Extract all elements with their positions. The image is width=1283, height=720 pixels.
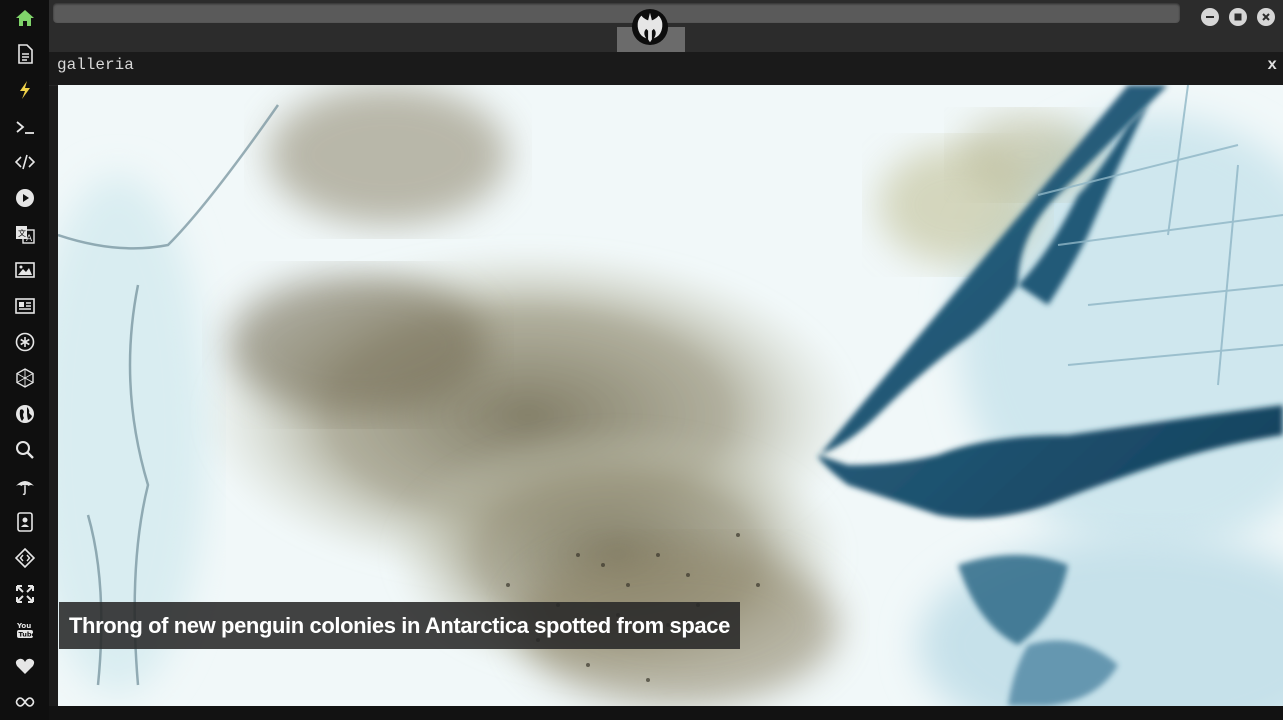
address-bar[interactable] bbox=[53, 3, 1180, 23]
expand-icon[interactable] bbox=[12, 581, 38, 607]
search-icon[interactable] bbox=[12, 437, 38, 463]
diamond-code-icon[interactable] bbox=[12, 545, 38, 571]
svg-text:文: 文 bbox=[18, 228, 26, 238]
play-icon[interactable] bbox=[12, 185, 38, 211]
lightning-icon[interactable] bbox=[12, 77, 38, 103]
minimize-icon[interactable] bbox=[1201, 8, 1219, 26]
maximize-icon[interactable] bbox=[1229, 8, 1247, 26]
translate-icon[interactable]: 文A bbox=[12, 221, 38, 247]
code-icon[interactable] bbox=[12, 149, 38, 175]
umbrella-icon[interactable] bbox=[12, 473, 38, 499]
panel-header: galleria x bbox=[49, 52, 1283, 86]
newspaper-icon[interactable] bbox=[12, 293, 38, 319]
rebel-alliance-icon bbox=[631, 8, 669, 46]
title-bar bbox=[49, 0, 1283, 52]
close-icon[interactable] bbox=[1257, 8, 1275, 26]
document-icon[interactable] bbox=[12, 41, 38, 67]
bottom-bar bbox=[49, 706, 1283, 720]
hexagon-icon[interactable] bbox=[12, 365, 38, 391]
globe-icon[interactable] bbox=[12, 401, 38, 427]
infinity-icon[interactable] bbox=[12, 689, 38, 715]
svg-text:You: You bbox=[16, 622, 31, 630]
terminal-icon[interactable] bbox=[12, 114, 38, 140]
asterisk-icon[interactable] bbox=[12, 329, 38, 355]
sidebar: 文A You Tube bbox=[0, 0, 49, 720]
panel-title: galleria bbox=[57, 56, 134, 74]
heart-icon[interactable] bbox=[12, 653, 38, 679]
svg-text:A: A bbox=[26, 234, 33, 244]
gallery-caption: Throng of new penguin colonies in Antarc… bbox=[59, 602, 740, 649]
image-icon[interactable] bbox=[12, 257, 38, 283]
panel-close-button[interactable]: x bbox=[1267, 56, 1277, 74]
svg-text:Tube: Tube bbox=[19, 631, 36, 639]
contacts-icon[interactable] bbox=[12, 509, 38, 535]
youtube-icon[interactable]: You Tube bbox=[12, 617, 38, 643]
home-icon[interactable] bbox=[12, 5, 38, 31]
